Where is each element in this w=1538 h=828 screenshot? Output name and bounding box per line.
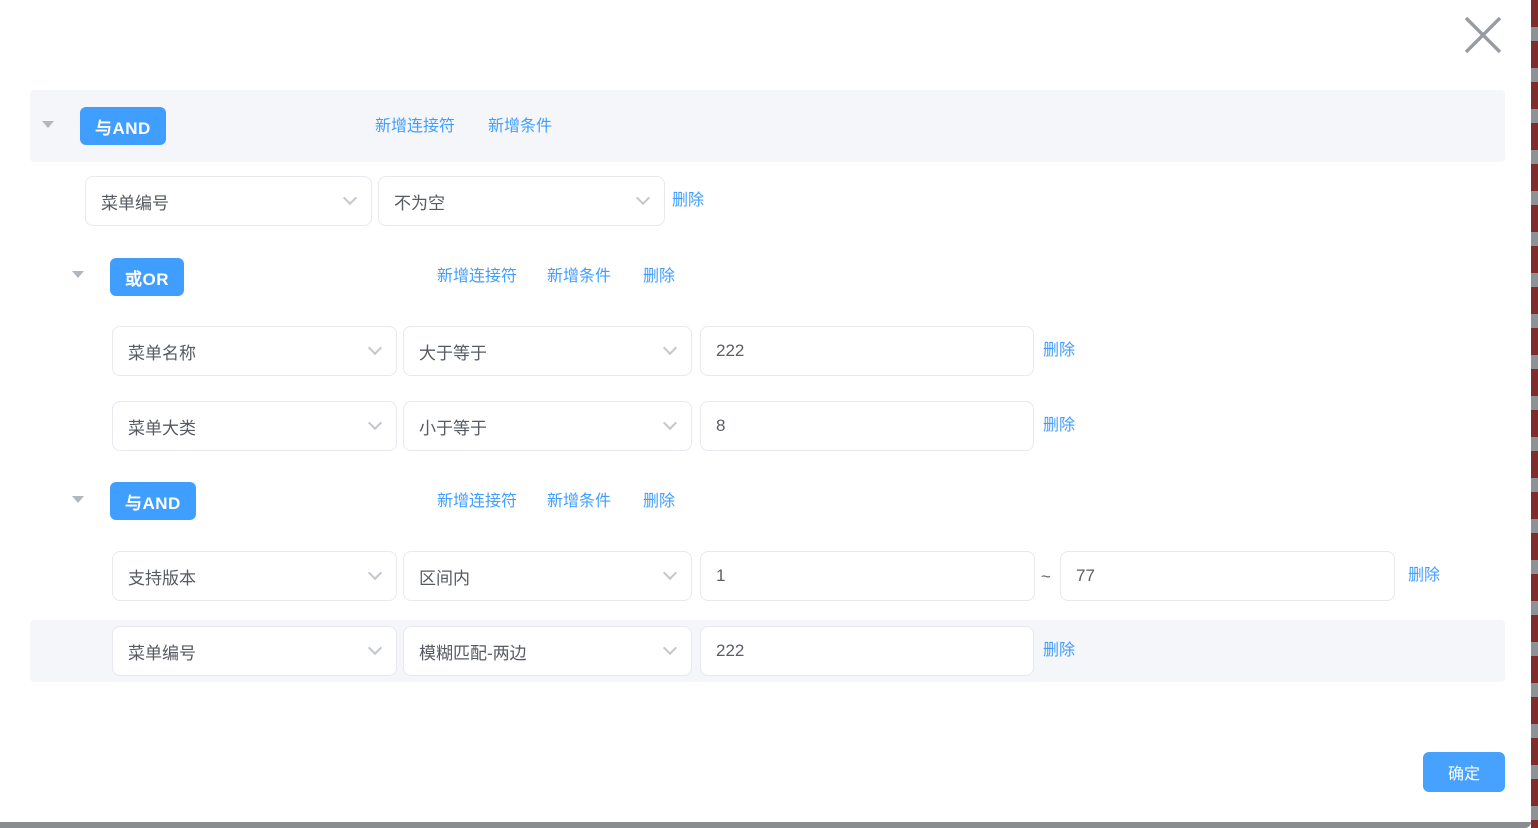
delete-condition-link[interactable]: 删除 <box>672 191 704 211</box>
caret-down-icon[interactable] <box>72 271 84 278</box>
add-condition-link[interactable]: 新增条件 <box>488 117 552 137</box>
operator-select-value: 大于等于 <box>419 339 487 364</box>
field-select-value: 菜单大类 <box>128 414 196 439</box>
field-select-value: 菜单编号 <box>128 639 196 664</box>
operator-select[interactable]: 小于等于 <box>403 401 692 451</box>
page-edge-artifact <box>1531 0 1538 828</box>
delete-group-link[interactable]: 删除 <box>643 492 675 512</box>
operator-select[interactable]: 大于等于 <box>403 326 692 376</box>
connector-badge-and[interactable]: 与AND <box>80 107 166 145</box>
chevron-down-icon <box>343 191 357 205</box>
range-max-input[interactable] <box>1060 551 1395 601</box>
field-select-value: 菜单编号 <box>101 189 169 214</box>
caret-down-icon[interactable] <box>72 496 84 503</box>
field-select-value: 支持版本 <box>128 564 196 589</box>
value-input[interactable] <box>700 326 1034 376</box>
operator-select-value: 区间内 <box>419 564 470 589</box>
operator-select[interactable]: 区间内 <box>403 551 692 601</box>
close-button[interactable] <box>1463 15 1503 55</box>
confirm-button[interactable]: 确定 <box>1423 752 1505 792</box>
range-separator: ~ <box>1041 567 1051 587</box>
add-connector-link[interactable]: 新增连接符 <box>437 492 517 512</box>
field-select[interactable]: 菜单名称 <box>112 326 397 376</box>
group-header-row <box>30 90 1505 162</box>
chevron-down-icon <box>368 416 382 430</box>
operator-select[interactable]: 不为空 <box>378 176 665 226</box>
chevron-down-icon <box>368 341 382 355</box>
delete-condition-link[interactable]: 删除 <box>1043 341 1075 361</box>
chevron-down-icon <box>368 641 382 655</box>
chevron-down-icon <box>663 641 677 655</box>
operator-select[interactable]: 模糊匹配-两边 <box>403 626 692 676</box>
range-min-input[interactable] <box>700 551 1035 601</box>
add-connector-link[interactable]: 新增连接符 <box>375 117 455 137</box>
add-connector-link[interactable]: 新增连接符 <box>437 267 517 287</box>
chevron-down-icon <box>663 566 677 580</box>
chevron-down-icon <box>663 416 677 430</box>
field-select[interactable]: 菜单编号 <box>85 176 372 226</box>
field-select[interactable]: 菜单大类 <box>112 401 397 451</box>
connector-badge-and[interactable]: 与AND <box>110 482 196 520</box>
add-condition-link[interactable]: 新增条件 <box>547 267 611 287</box>
chevron-down-icon <box>636 191 650 205</box>
operator-select-value: 模糊匹配-两边 <box>419 639 527 664</box>
close-icon <box>1464 16 1502 54</box>
operator-select-value: 小于等于 <box>419 414 487 439</box>
delete-group-link[interactable]: 删除 <box>643 267 675 287</box>
connector-badge-or[interactable]: 或OR <box>110 258 184 296</box>
query-builder-dialog: 与AND 新增连接符 新增条件 菜单编号 不为空 删除 或OR 新增连接符 新增… <box>0 0 1538 828</box>
value-input[interactable] <box>700 626 1034 676</box>
operator-select-value: 不为空 <box>394 189 445 214</box>
delete-condition-link[interactable]: 删除 <box>1043 416 1075 436</box>
chevron-down-icon <box>368 566 382 580</box>
field-select-value: 菜单名称 <box>128 339 196 364</box>
value-input[interactable] <box>700 401 1034 451</box>
dialog-bottom-edge <box>0 822 1531 828</box>
delete-condition-link[interactable]: 删除 <box>1043 641 1075 661</box>
add-condition-link[interactable]: 新增条件 <box>547 492 611 512</box>
caret-down-icon[interactable] <box>42 121 54 128</box>
field-select[interactable]: 菜单编号 <box>112 626 397 676</box>
chevron-down-icon <box>663 341 677 355</box>
delete-condition-link[interactable]: 删除 <box>1408 566 1440 586</box>
field-select[interactable]: 支持版本 <box>112 551 397 601</box>
